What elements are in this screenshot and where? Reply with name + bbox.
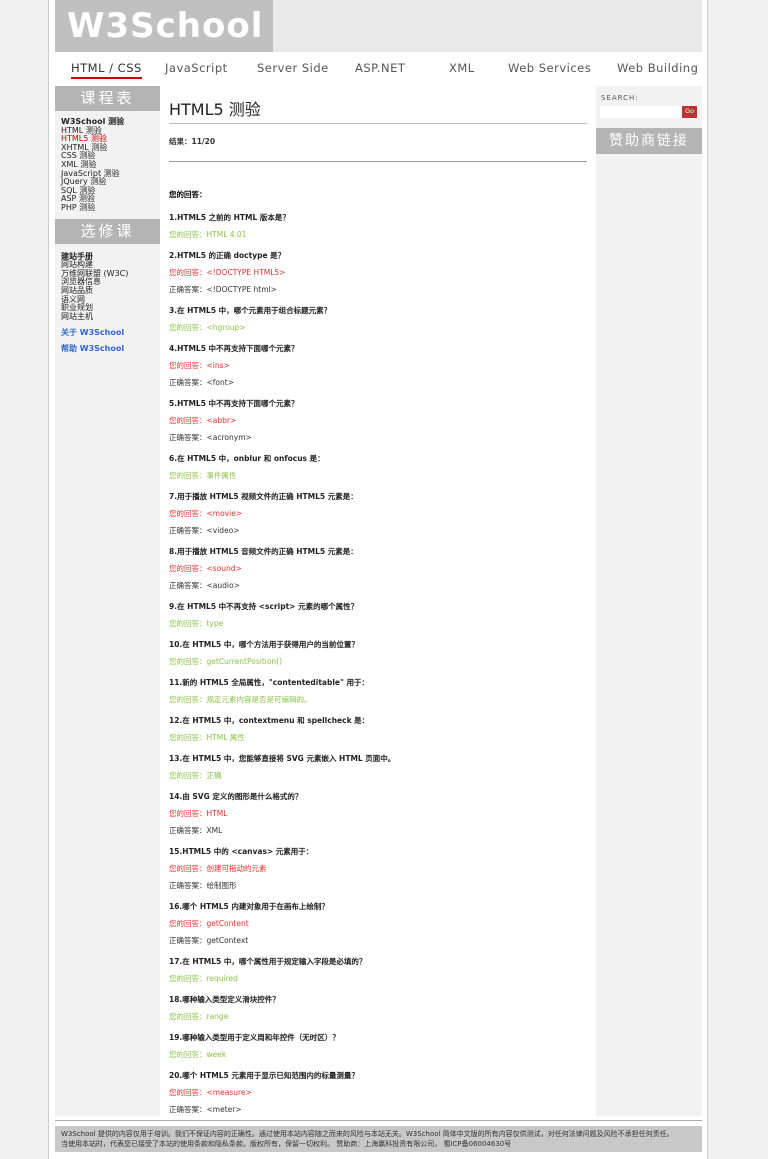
- correct-answer-2: 正确答案：<!DOCTYPE html>: [169, 285, 277, 294]
- question-16: 16.哪个 HTML5 内建对象用于在画布上绘制？: [169, 902, 329, 911]
- your-answer-10: 您的回答：getCurrentPosition(): [169, 657, 283, 666]
- course-heading: 课程表: [55, 86, 160, 111]
- your-answer-6: 您的回答：事件属性: [169, 471, 237, 480]
- footer: W3School 提供的内容仅用于培训。我们不保证内容的正确性。通过使用本站内容…: [55, 1126, 702, 1152]
- your-answer-9: 您的回答：type: [169, 619, 224, 628]
- your-answer-4: 您的回答：<ins>: [169, 361, 230, 370]
- question-10: 10.在 HTML5 中，哪个方法用于获得用户的当前位置？: [169, 640, 359, 649]
- search-label: SEARCH:: [601, 94, 639, 102]
- header-bar: W3School: [55, 0, 702, 52]
- your-answer-20: 您的回答：<measure>: [169, 1088, 252, 1097]
- your-answer-14: 您的回答：HTML: [169, 809, 228, 818]
- your-answer-8: 您的回答：<sound>: [169, 564, 242, 573]
- footer-line-1: W3School 提供的内容仅用于培训。我们不保证内容的正确性。通过使用本站内容…: [61, 1130, 674, 1138]
- your-answer-5: 您的回答：<abbr>: [169, 416, 237, 425]
- answers-heading: 您的回答：: [169, 190, 207, 199]
- sidebar-item-hosting[interactable]: 网站主机: [55, 312, 160, 322]
- question-12: 12.在 HTML5 中，contextmenu 和 spellcheck 是：: [169, 716, 370, 725]
- sidebar-item-php-quiz[interactable]: PHP 测验: [55, 203, 160, 213]
- your-answer-12: 您的回答：HTML 属性: [169, 733, 245, 742]
- question-3: 3.在 HTML5 中，哪个元素用于组合标题元素？: [169, 306, 332, 315]
- your-answer-7: 您的回答：<movie>: [169, 509, 243, 518]
- question-5: 5.HTML5 中不再支持下面哪个元素？: [169, 399, 299, 408]
- your-answer-11: 您的回答：规定元素内容是否是可编辑的。: [169, 695, 312, 704]
- right-sidebar: SEARCH: Go 赞助商链接: [596, 86, 702, 1116]
- divider: [169, 161, 587, 162]
- nav-server-side[interactable]: Server Side: [257, 61, 329, 75]
- correct-answer-4: 正确答案：<font>: [169, 378, 234, 387]
- question-13: 13.在 HTML5 中，您能够直接将 SVG 元素嵌入 HTML 页面中。: [169, 754, 396, 763]
- nav-html-css[interactable]: HTML / CSS: [71, 61, 142, 79]
- sponsor-heading: 赞助商链接: [596, 128, 702, 154]
- correct-answer-15: 正确答案：绘制图形: [169, 881, 237, 890]
- question-14: 14.由 SVG 定义的图形是什么格式的？: [169, 792, 303, 801]
- site-logo[interactable]: W3School: [55, 0, 273, 52]
- nav-web-services[interactable]: Web Services: [508, 61, 591, 75]
- question-17: 17.在 HTML5 中，哪个属性用于规定输入字段是必填的？: [169, 957, 367, 966]
- your-answer-1: 您的回答：HTML 4.01: [169, 230, 247, 239]
- your-answer-19: 您的回答：week: [169, 1050, 227, 1059]
- page-title: HTML5 测验: [169, 96, 587, 124]
- question-15: 15.HTML5 中的 <canvas> 元素用于：: [169, 847, 314, 856]
- question-20: 20.哪个 HTML5 元素用于显示已知范围内的标量测量？: [169, 1071, 359, 1080]
- correct-answer-7: 正确答案：<video>: [169, 526, 240, 535]
- your-answer-15: 您的回答：创建可拖动的元素: [169, 864, 267, 873]
- your-answer-16: 您的回答：getContent: [169, 919, 249, 928]
- correct-answer-14: 正确答案：XML: [169, 826, 223, 835]
- footer-line-2: 当使用本站时，代表您已接受了本站的使用条款和隐私条款。版权所有，保留一切权利。 …: [61, 1140, 512, 1148]
- your-answer-3: 您的回答：<hgroup>: [169, 323, 246, 332]
- your-answer-17: 您的回答：required: [169, 974, 238, 983]
- nav-xml[interactable]: XML: [449, 61, 475, 75]
- question-8: 8.用于播放 HTML5 音频文件的正确 HTML5 元素是：: [169, 547, 358, 556]
- question-2: 2.HTML5 的正确 doctype 是？: [169, 251, 286, 260]
- your-answer-2: 您的回答：<!DOCTYPE HTML5>: [169, 268, 286, 277]
- correct-answer-20: 正确答案：<meter>: [169, 1105, 242, 1114]
- search-row: Go: [596, 106, 702, 122]
- quiz-result: 结果：11/20: [169, 137, 216, 146]
- elective-heading: 选修课: [55, 218, 160, 244]
- nav-aspnet[interactable]: ASP.NET: [355, 61, 405, 75]
- left-sidebar: 课程表 W3School 测验 HTML 测验 HTML5 测验 XHTML 测…: [55, 86, 160, 1116]
- your-answer-13: 您的回答：正确: [169, 771, 222, 780]
- question-19: 19.哪种输入类型用于定义周和年控件（无时区）？: [169, 1033, 340, 1042]
- correct-answer-5: 正确答案：<acronym>: [169, 433, 252, 442]
- question-6: 6.在 HTML5 中，onblur 和 onfocus 是：: [169, 454, 325, 463]
- question-7: 7.用于播放 HTML5 视频文件的正确 HTML5 元素是：: [169, 492, 358, 501]
- search-go-button[interactable]: Go: [682, 106, 697, 118]
- sidebar-about-link[interactable]: 关于 W3School: [55, 329, 160, 338]
- sidebar-help-link[interactable]: 帮助 W3School: [55, 344, 160, 354]
- nav-web-building[interactable]: Web Building: [617, 61, 698, 75]
- question-4: 4.HTML5 中不再支持下面哪个元素？: [169, 344, 299, 353]
- correct-answer-8: 正确答案：<audio>: [169, 581, 240, 590]
- top-nav: HTML / CSS JavaScript Server Side ASP.NE…: [55, 56, 702, 84]
- nav-javascript[interactable]: JavaScript: [165, 61, 228, 75]
- search-input[interactable]: [600, 106, 680, 118]
- correct-answer-16: 正确答案：getContext: [169, 936, 249, 945]
- page-container: W3School HTML / CSS JavaScript Server Si…: [48, 0, 708, 1159]
- question-9: 9.在 HTML5 中不再支持 <script> 元素的哪个属性？: [169, 602, 359, 611]
- your-answer-18: 您的回答：range: [169, 1012, 229, 1021]
- question-18: 18.哪种输入类型定义滑块控件？: [169, 995, 280, 1004]
- question-11: 11.新的 HTML5 全局属性，"contenteditable" 用于：: [169, 678, 370, 687]
- question-1: 1.HTML5 之前的 HTML 版本是？: [169, 213, 290, 222]
- footer-divider: [55, 1120, 702, 1121]
- main-content: HTML5 测验 结果：11/20 您的回答： 1.HTML5 之前的 HTML…: [169, 86, 587, 1126]
